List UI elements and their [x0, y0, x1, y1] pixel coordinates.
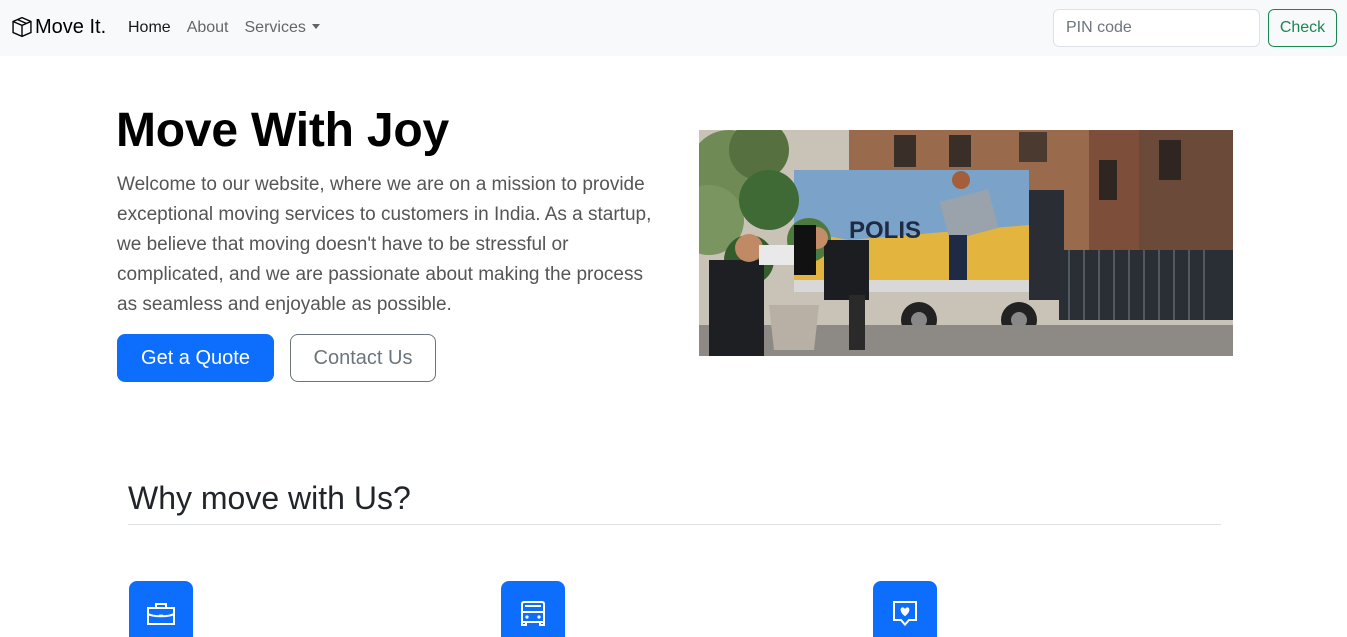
nav-links: Home About Services — [128, 18, 320, 38]
check-button[interactable]: Check — [1268, 9, 1337, 47]
feature-icon-tile — [129, 581, 193, 637]
pin-code-input[interactable] — [1053, 9, 1260, 47]
nav-link-services-label: Services — [244, 19, 306, 36]
section-divider — [128, 524, 1221, 525]
box-icon — [12, 16, 32, 38]
brand-name: Move It. — [35, 16, 107, 38]
nav-link-home[interactable]: Home — [128, 18, 171, 38]
caret-down-icon — [311, 24, 320, 29]
feature-icon-tile — [501, 581, 565, 637]
feature-icon-tile — [873, 581, 937, 637]
chat-heart-icon — [893, 601, 917, 627]
contact-us-button[interactable]: Contact Us — [290, 334, 436, 382]
brand[interactable]: Move It. — [11, 16, 106, 38]
navbar: Move It. Home About Services Check — [0, 0, 1347, 56]
get-quote-button[interactable]: Get a Quote — [117, 334, 274, 382]
moving-truck-illustration: POLIS — [699, 130, 1233, 356]
hero-title: Move With Joy — [116, 104, 450, 157]
bus-icon — [521, 601, 545, 626]
nav-link-services[interactable]: Services — [245, 18, 320, 38]
briefcase-icon — [147, 603, 175, 625]
nav-link-about[interactable]: About — [187, 18, 229, 38]
truck-lettering: POLIS — [849, 217, 921, 244]
section-title: Why move with Us? — [128, 480, 411, 516]
hero-description: Welcome to our website, where we are on … — [117, 174, 652, 315]
hero-image: POLIS — [699, 130, 1233, 356]
